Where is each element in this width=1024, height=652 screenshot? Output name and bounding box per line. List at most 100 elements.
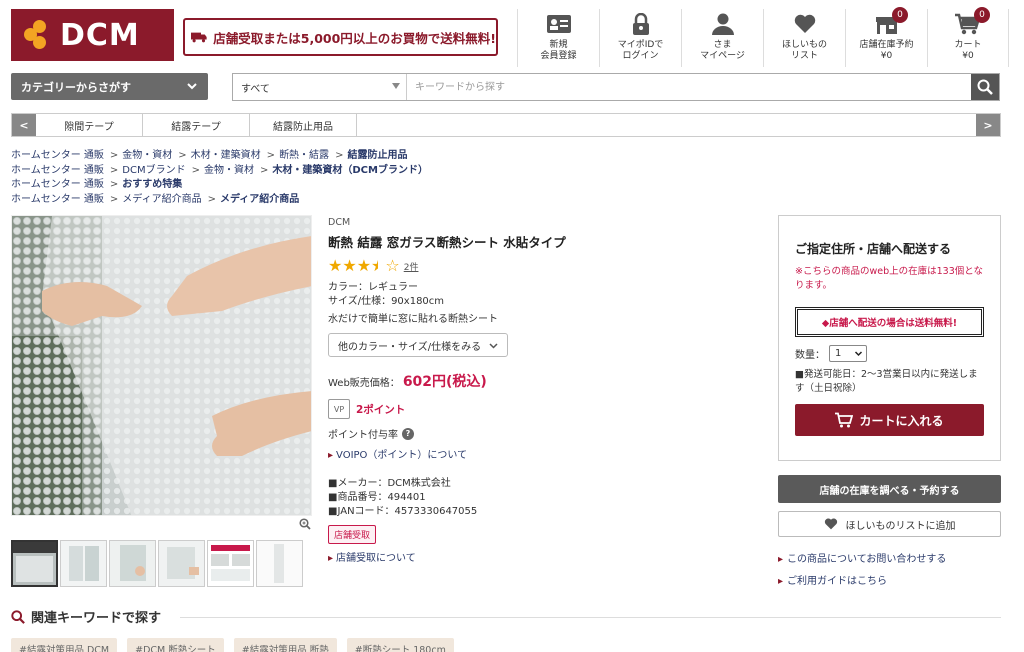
product-brand: DCM — [328, 217, 351, 228]
thumbnail[interactable] — [158, 540, 205, 587]
nav-cart[interactable]: 0 カート ¥0 — [927, 7, 1009, 67]
search-icon — [977, 79, 993, 95]
thumbnail[interactable] — [109, 540, 156, 587]
price-row: Web販売価格： 602円(税込) — [328, 371, 768, 391]
logo-text: DCM — [60, 17, 140, 53]
nav-wishlist-line2: リスト — [790, 51, 818, 61]
shipping-note: ■発送可能日：2〜3営業日以内に発送します（土日祝除） — [795, 369, 978, 394]
breadcrumb-link[interactable]: ホームセンター 通販 — [11, 179, 104, 190]
breadcrumb-link[interactable]: メディア紹介商品 — [122, 194, 201, 205]
star-full-icon: ★ — [356, 256, 372, 275]
nav-mypage[interactable]: さま マイページ — [681, 9, 763, 67]
truck-icon — [191, 32, 207, 43]
divider — [180, 617, 1001, 618]
search-button[interactable] — [971, 74, 999, 100]
nav-register[interactable]: 新規 会員登録 — [517, 9, 599, 67]
point-rate-row: ポイント付与率 ? — [328, 426, 768, 441]
product-info: DCM 断熱 結露 窓ガラス断熱シート 水貼タイプ ★ ★ ★ ★ ☆ 2件 カ… — [328, 217, 768, 564]
variant-select-button[interactable]: 他のカラー・サイズ/仕様をみる — [328, 333, 508, 357]
breadcrumb-current: メディア紹介商品 — [219, 193, 300, 205]
quick-tag-item[interactable]: 結露テープ — [143, 114, 250, 136]
thumbnail[interactable] — [207, 540, 254, 587]
thumbnail[interactable] — [60, 540, 107, 587]
points-value: 2ポイント — [356, 403, 406, 416]
breadcrumb-link[interactable]: DCMブランド — [122, 165, 185, 176]
vp-point-icon: VP — [328, 399, 350, 419]
breadcrumb-link[interactable]: 金物・資材 — [122, 150, 172, 161]
chevron-down-icon — [854, 351, 863, 357]
purchase-panel: ご指定住所・店舗へ配送する ※こちらの商品のweb上の在庫は133個となります。… — [778, 215, 1001, 461]
related-tag[interactable]: #結露対策用品 DCM — [11, 638, 118, 652]
nav-login[interactable]: マイポIDで ログイン — [599, 9, 681, 67]
category-search-button[interactable]: カテゴリーからさがす — [11, 73, 208, 100]
heart-icon — [794, 11, 816, 37]
inquiry-link[interactable]: この商品についてお問い合わせする — [778, 549, 946, 571]
price-label: Web販売価格： — [328, 378, 400, 389]
related-tag[interactable]: #結露対策用品 断熱 — [233, 638, 337, 652]
breadcrumb-link[interactable]: 木材・建築資材 — [191, 150, 261, 161]
guide-link[interactable]: ご利用ガイドはこちら — [778, 571, 946, 593]
breadcrumb-link[interactable]: 金物・資材 — [204, 165, 254, 176]
maker-info: ■メーカー：DCM株式会社 — [328, 478, 451, 489]
breadcrumb-link[interactable]: ホームセンター 通販 — [11, 150, 104, 161]
breadcrumb-row: ホームセンター 通販 > おすすめ特集 — [11, 179, 183, 190]
breadcrumb-link[interactable]: ホームセンター 通販 — [11, 194, 104, 205]
voipo-link[interactable]: VOIPO（ポイント）について — [328, 446, 768, 461]
nav-store-reserve[interactable]: 0 店舗在庫予約 ¥0 — [845, 7, 927, 67]
thumbnail[interactable] — [11, 540, 58, 587]
user-icon — [711, 11, 734, 37]
store-pickup-badge: 店舗受取 — [328, 525, 377, 544]
add-to-cart-button[interactable]: カートに入れる — [795, 404, 984, 436]
cart-icon — [835, 412, 854, 428]
tag-prev-button[interactable]: < — [12, 114, 36, 136]
store-pickup-link[interactable]: 店舗受取について — [328, 549, 768, 564]
free-shipping-banner[interactable]: 店舗受取または5,000円以上のお買物で送料無料! — [183, 18, 498, 56]
quick-tag-item[interactable]: 隙間テープ — [36, 114, 143, 136]
nav-register-line2: 会員登録 — [540, 51, 577, 61]
breadcrumb-link[interactable]: 断熱・結露 — [279, 150, 329, 161]
nav-wishlist[interactable]: ほしいもの リスト — [763, 9, 845, 67]
nav-store-reserve-line2: ¥0 — [880, 51, 893, 61]
product-meta: ■メーカー：DCM株式会社 ■商品番号：494401 ■JANコード：45733… — [328, 477, 768, 519]
search-input[interactable] — [407, 74, 971, 100]
nav-login-line1: マイポIDで — [617, 40, 664, 50]
check-store-stock-button[interactable]: 店舗の在庫を調べる・予約する — [778, 475, 1001, 503]
quantity-row: 数量： 1 — [795, 345, 984, 362]
thumbnail[interactable] — [256, 540, 303, 587]
promo-text: 店舗受取または5,000円以上のお買物で送料無料! — [213, 30, 496, 46]
member-card-icon — [546, 11, 571, 37]
breadcrumb-row: ホームセンター 通販 > メディア紹介商品 > メディア紹介商品 — [11, 193, 300, 205]
nav-login-line2: ログイン — [622, 51, 659, 61]
nav-cart-line1: カート — [954, 40, 982, 50]
product-title: 断熱 結露 窓ガラス断熱シート 水貼タイプ — [328, 235, 566, 250]
chevron-down-icon — [187, 83, 197, 90]
breadcrumb-link[interactable]: ホームセンター 通販 — [11, 165, 104, 176]
item-number: ■商品番号：494401 — [328, 492, 426, 503]
help-icon[interactable]: ? — [402, 427, 414, 440]
breadcrumb: ホームセンター 通販 > 金物・資材 > 木材・建築資材 > 断熱・結露 > 結露防止用品 ホー… — [11, 149, 428, 207]
free-shipping-note: ◆店舗へ配送の場合は送料無料! — [795, 307, 984, 337]
quick-tag-item[interactable]: 結露防止用品 — [250, 114, 357, 136]
add-to-wishlist-label: ほしいものリストに追加 — [845, 520, 956, 532]
add-to-wishlist-button[interactable]: ほしいものリストに追加 — [778, 511, 1001, 537]
review-count-link[interactable]: 2件 — [404, 260, 419, 273]
rating-stars: ★ ★ ★ ★ ☆ 2件 — [328, 258, 768, 274]
heart-icon — [824, 518, 837, 530]
product-main-image[interactable] — [11, 215, 312, 516]
dcm-logo[interactable]: DCM — [11, 9, 174, 61]
zoom-icon[interactable] — [299, 518, 311, 530]
related-tag[interactable]: #DCM 断熱シート — [127, 638, 224, 652]
lock-icon — [632, 11, 650, 37]
logo-dots-icon — [24, 20, 54, 50]
related-keywords-title: 関連キーワードで探す — [31, 611, 162, 626]
quantity-label: 数量： — [795, 350, 825, 361]
tag-next-button[interactable]: > — [976, 114, 1000, 136]
quantity-value: 1 — [835, 348, 842, 359]
related-tag[interactable]: #断熱シート 180cm — [346, 638, 454, 652]
add-to-cart-label: カートに入れる — [859, 413, 944, 428]
search-scope-select[interactable]: すべて — [233, 74, 407, 100]
breadcrumb-row: ホームセンター 通販 > 金物・資材 > 木材・建築資材 > 断熱・結露 > 結露防止用品 — [11, 150, 408, 161]
support-links: この商品についてお問い合わせする ご利用ガイドはこちら — [778, 549, 946, 593]
search-icon — [11, 609, 25, 624]
quantity-select[interactable]: 1 — [829, 345, 867, 362]
